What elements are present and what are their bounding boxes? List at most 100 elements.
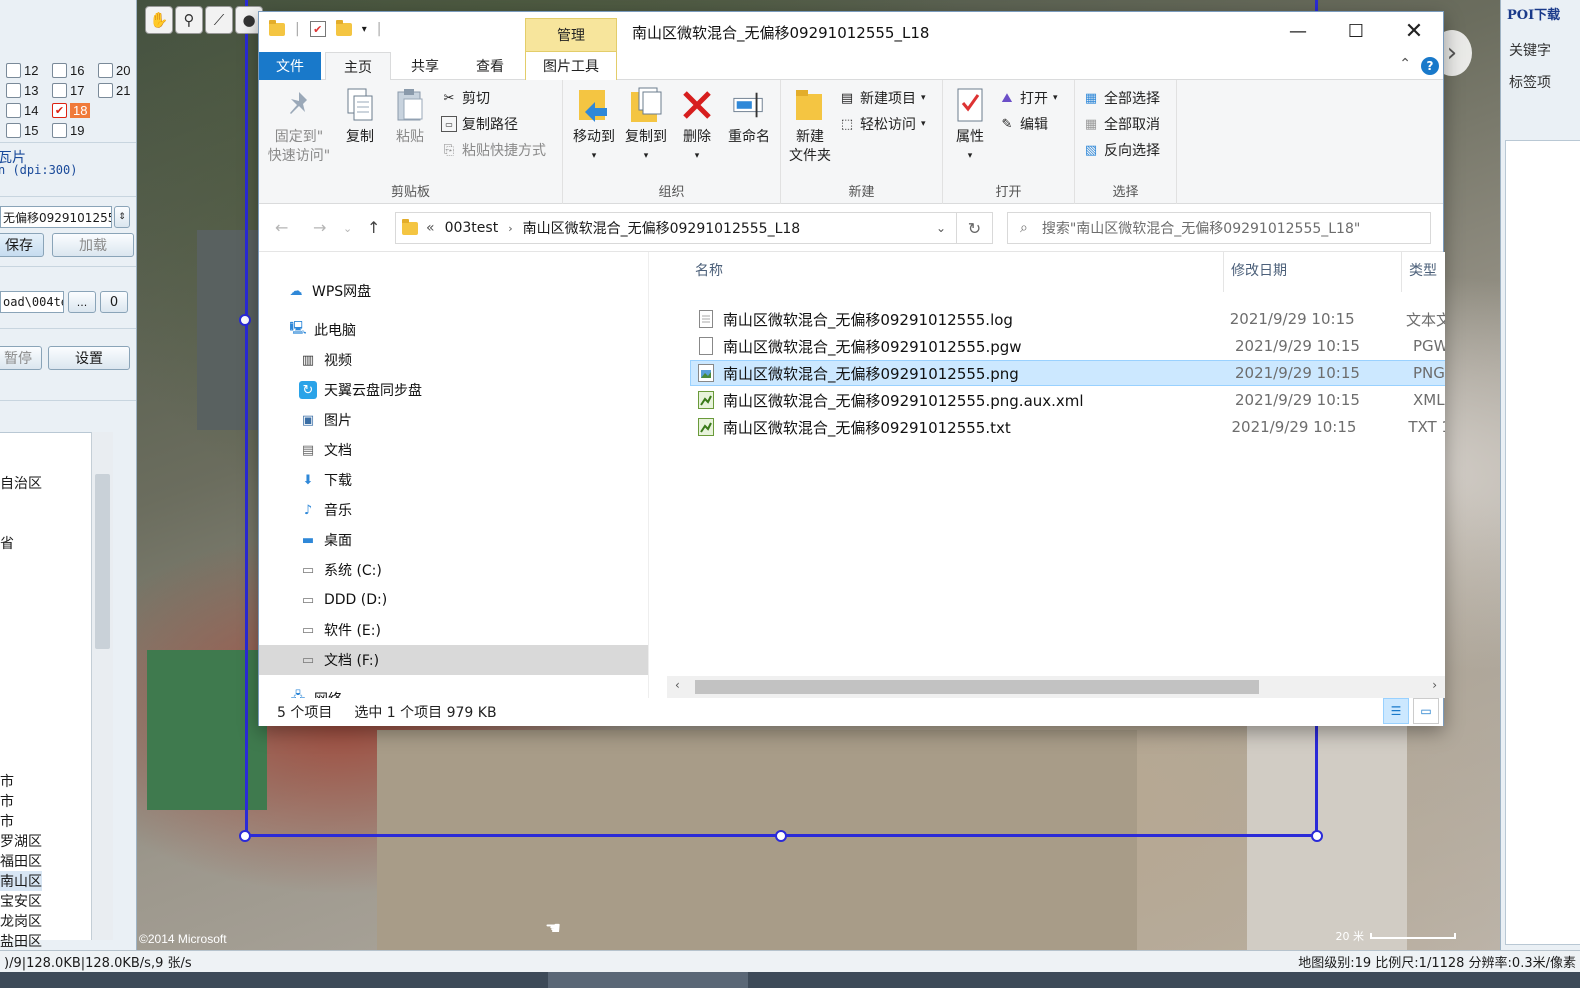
level-checkbox-19[interactable]: 19 [52,123,96,138]
checkmark-icon[interactable]: ✔ [52,103,67,118]
region-item[interactable]: 市 [0,791,14,811]
pin-quick-access-button[interactable]: 固定到" 快速访问" [267,86,331,166]
area-handle-bottom[interactable] [775,830,787,842]
column-header-type[interactable]: 类型 [1409,260,1437,280]
chevron-left-icon[interactable]: ‹ [675,678,680,692]
level-checkbox-16[interactable]: 16 [52,63,96,78]
nav-item-drive-f[interactable]: ▭ 文档 (F:) [259,645,648,675]
nav-item-this-pc[interactable]: 🖳 此电脑 [259,315,648,345]
level-checkbox-15[interactable]: 15 [6,123,50,138]
select-none-button[interactable]: ▦ 全部取消 [1083,114,1160,134]
pin-icon[interactable]: ⚲ [175,6,203,34]
chevron-right-icon[interactable]: › [1432,678,1437,692]
nav-item-drive-c[interactable]: ▭ 系统 (C:) [259,555,648,585]
nav-item-music[interactable]: ♪ 音乐 [259,495,648,525]
address-field[interactable]: « 003test › 南山区微软混合_无偏移09291012555_L18 ⌄ [395,212,957,244]
checkbox[interactable] [6,103,21,118]
region-item[interactable]: 宝安区 [0,891,42,911]
new-folder-button[interactable]: 新建 文件夹 [787,86,833,166]
chevron-down-icon[interactable]: ⌄ [936,221,946,235]
tab-manage[interactable]: 管理 [525,18,617,52]
hand-icon[interactable]: ✋ [145,6,173,34]
nav-item-documents[interactable]: ▤ 文档 [259,435,648,465]
checkbox[interactable] [98,83,113,98]
delete-button[interactable]: 删除 ▾ [677,86,717,166]
scroll-thumb[interactable] [695,680,1259,694]
open-button[interactable]: ⛰ 打开 ▾ [999,88,1058,108]
file-row[interactable]: 南山区微软混合_无偏移09291012555.txt 2021/9/29 10:… [691,414,1445,440]
region-item[interactable]: 市 [0,771,14,791]
breadcrumb-003test[interactable]: 003test [445,220,499,236]
column-header-date[interactable]: 修改日期 [1231,260,1287,280]
count-field[interactable]: 0 [100,291,128,313]
large-icons-view-icon[interactable]: ▭ [1413,698,1439,724]
maximize-button[interactable]: ☐ [1327,12,1385,50]
polyline-icon[interactable]: ⟋ [205,6,233,34]
chevron-right-icon[interactable]: › [508,222,512,235]
save-button[interactable]: 保存 [0,233,44,257]
checkbox[interactable] [6,63,21,78]
tab-picture-tools[interactable]: 图片工具 [525,52,617,80]
breadcrumb-current[interactable]: 南山区微软混合_无偏移09291012555_L18 [523,218,801,238]
column-header-name[interactable]: 名称 [695,260,723,280]
nav-item-downloads[interactable]: ⬇ 下载 [259,465,648,495]
checkbox[interactable] [6,83,21,98]
paste-button[interactable]: 粘贴 [389,86,431,147]
column-divider[interactable] [1401,252,1402,292]
region-item[interactable]: 盐田区 [0,931,42,950]
back-icon[interactable]: ← [275,218,288,237]
tab-home[interactable]: 主页 [325,52,391,81]
checkbox[interactable] [6,123,21,138]
level-checkbox-20[interactable]: 20 [98,63,136,78]
level-checkbox-21[interactable]: 21 [98,83,136,98]
level-checkbox-12[interactable]: 12 [6,63,50,78]
properties-button[interactable]: 属性 ▾ [949,86,991,166]
new-item-button[interactable]: ▤ 新建项目 ▾ [839,88,926,108]
region-item-selected[interactable]: 南山区 [0,871,42,891]
region-item[interactable]: 省 [0,533,14,553]
area-handle-bottom-left[interactable] [239,830,251,842]
chevron-up-icon[interactable]: ⌃ [1399,56,1411,72]
copy-path-button[interactable]: ▭ 复制路径 [441,114,518,134]
up-icon[interactable]: ↑ [367,218,380,237]
tab-view[interactable]: 查看 [459,52,521,80]
easy-access-button[interactable]: ⬚ 轻松访问 ▾ [839,114,926,134]
file-row[interactable]: 南山区微软混合_无偏移09291012555.pgw 2021/9/29 10:… [691,333,1445,359]
nav-item-desktop[interactable]: ▬ 桌面 [259,525,648,555]
help-icon[interactable]: ? [1421,57,1439,75]
region-item[interactable]: 福田区 [0,851,42,871]
search-box[interactable]: ⌕ 搜索"南山区微软混合_无偏移09291012555_L18" [1007,212,1431,244]
nav-item-network[interactable]: 🖧 网络 [259,684,648,698]
settings-button[interactable]: 设置 [48,346,130,370]
tab-share[interactable]: 共享 [395,52,455,80]
file-row[interactable]: 南山区微软混合_无偏移09291012555.png.aux.xml 2021/… [691,387,1445,413]
refresh-icon[interactable]: ↻ [957,212,993,244]
select-all-button[interactable]: ▦ 全部选择 [1083,88,1160,108]
level-checkbox-17[interactable]: 17 [52,83,96,98]
save-path-field[interactable]: oad\004te [0,291,64,313]
tab-file[interactable]: 文件 [259,52,321,80]
region-item[interactable]: 龙岗区 [0,911,42,931]
nav-item-cloud-sync[interactable]: ↻ 天翼云盘同步盘 [259,375,648,405]
level-checkbox-18[interactable]: ✔ 18 [52,103,96,118]
area-handle-bottom-right[interactable] [1311,830,1323,842]
checkbox[interactable] [52,83,67,98]
task-name-field[interactable]: 无偏移0929101255 [0,206,112,228]
move-to-button[interactable]: 移动到 ▾ [569,86,619,166]
paste-shortcut-button[interactable]: ⎘ 粘贴快捷方式 [441,140,546,160]
nav-item-wps[interactable]: ☁ WPS网盘 [259,276,648,306]
region-item[interactable]: 自治区 [0,473,42,493]
level-checkbox-13[interactable]: 13 [6,83,50,98]
minimize-button[interactable]: — [1269,12,1327,50]
level-checkbox-14[interactable]: 14 [6,103,50,118]
properties-qat-icon[interactable]: ✔ [309,21,326,37]
forward-icon[interactable]: → [313,218,326,237]
load-button[interactable]: 加载 [52,233,134,257]
nav-item-drive-e[interactable]: ▭ 软件 (E:) [259,615,648,645]
region-scrollbar[interactable] [91,432,113,940]
region-item[interactable]: 市 [0,811,14,831]
spin-icon[interactable]: ⇕ [114,206,130,228]
checkbox[interactable] [52,123,67,138]
column-divider[interactable] [1223,252,1224,292]
nav-item-pictures[interactable]: ▣ 图片 [259,405,648,435]
